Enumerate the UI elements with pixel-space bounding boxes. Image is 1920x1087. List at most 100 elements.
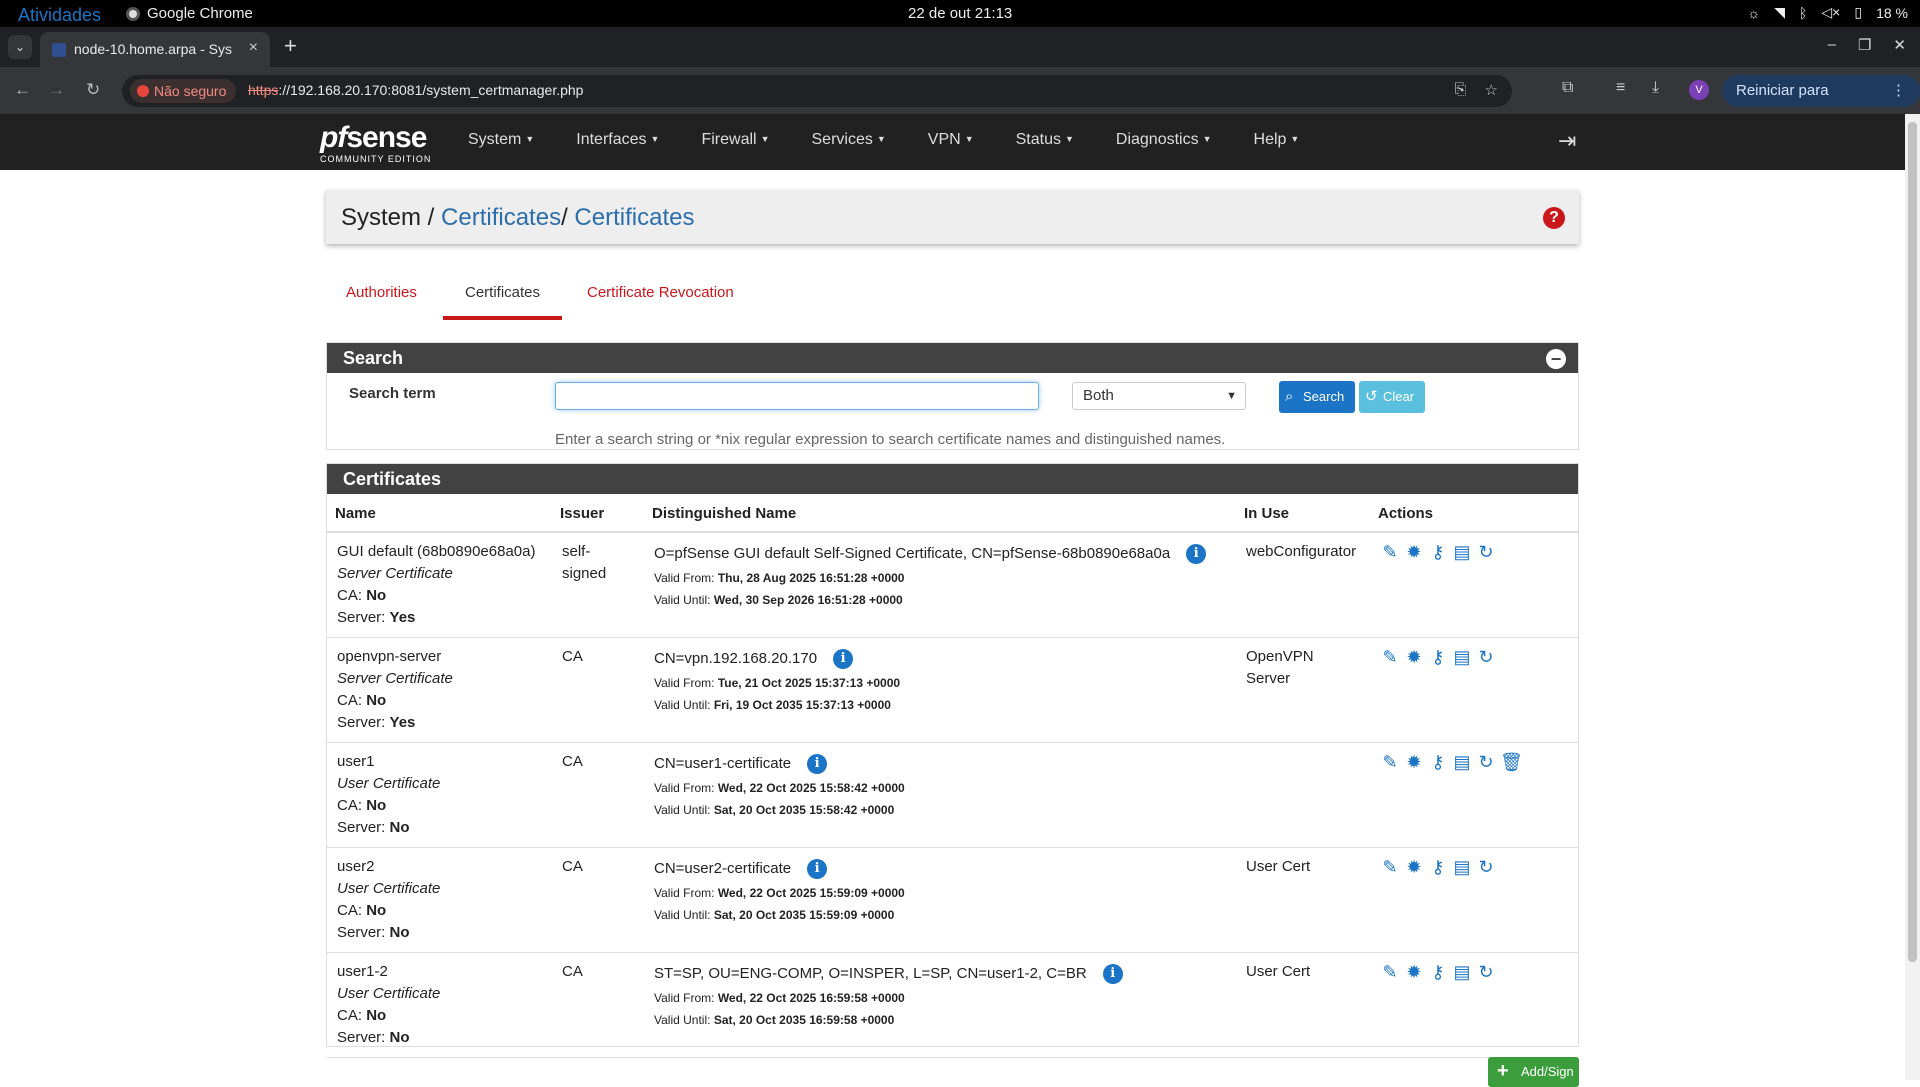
- info-icon[interactable]: i: [1102, 964, 1123, 984]
- tab-certificates[interactable]: Certificates: [465, 284, 540, 301]
- archive-icon[interactable]: ▤: [1452, 857, 1472, 877]
- cell-dn: CN=vpn.192.168.20.170 i Valid From: Tue, …: [644, 637, 1236, 743]
- menu-services[interactable]: Services ▼: [812, 131, 886, 149]
- reload-icon[interactable]: ↻: [86, 80, 100, 100]
- renew-icon[interactable]: ↻: [1476, 857, 1496, 877]
- menu-interfaces[interactable]: Interfaces ▼: [576, 131, 659, 149]
- archive-icon[interactable]: ▤: [1452, 962, 1472, 982]
- export-cert-icon[interactable]: ✹: [1404, 857, 1424, 877]
- app-menu[interactable]: Google Chrome: [126, 5, 253, 22]
- cell-name: user2 User Certificate CA: No Server: No: [327, 847, 552, 953]
- export-cert-icon[interactable]: ✹: [1404, 962, 1424, 982]
- search-term-label: Search term: [349, 385, 436, 402]
- extensions-icon[interactable]: ⧉: [1562, 79, 1573, 97]
- close-tab-icon[interactable]: ×: [249, 39, 258, 57]
- tab-authorities[interactable]: Authorities: [346, 284, 417, 301]
- server-value: No: [389, 924, 410, 941]
- ca-label: CA:: [337, 797, 363, 814]
- logout-icon[interactable]: ⇥: [1558, 128, 1576, 154]
- forward-icon[interactable]: →: [48, 80, 65, 100]
- security-chip[interactable]: Não seguro: [130, 79, 237, 103]
- ca-label: CA:: [337, 692, 363, 709]
- archive-icon[interactable]: ▤: [1452, 752, 1472, 772]
- server-value: Yes: [389, 714, 416, 731]
- export-cert-icon[interactable]: ✹: [1404, 542, 1424, 562]
- tab-certificate-revocation[interactable]: Certificate Revocation: [587, 284, 734, 301]
- menu-vpn[interactable]: VPN ▼: [928, 131, 974, 149]
- search-scope-select[interactable]: Both ▼: [1072, 382, 1246, 410]
- renew-icon[interactable]: ↻: [1476, 542, 1496, 562]
- ca-value: No: [366, 587, 387, 604]
- trash-icon[interactable]: 🗑: [1500, 752, 1523, 772]
- edit-icon[interactable]: ✎: [1380, 857, 1400, 877]
- breadcrumb-current[interactable]: Certificates: [574, 204, 694, 231]
- renew-icon[interactable]: ↻: [1476, 752, 1496, 772]
- page-title: System / Certificates/ Certificates: [341, 204, 694, 232]
- pfsense-logo[interactable]: pfsense COMMUNITY EDITION: [320, 123, 431, 165]
- breadcrumb-system: System /: [341, 204, 435, 231]
- renew-icon[interactable]: ↻: [1476, 647, 1496, 667]
- ca-value: No: [366, 1007, 387, 1024]
- menu-diagnostics[interactable]: Diagnostics ▼: [1116, 131, 1212, 149]
- download-icon[interactable]: ⤓: [1652, 79, 1659, 97]
- export-cert-icon[interactable]: ✹: [1404, 752, 1424, 772]
- export-key-icon[interactable]: ⚷: [1428, 752, 1448, 772]
- edit-icon[interactable]: ✎: [1380, 542, 1400, 562]
- scrollbar-thumb[interactable]: [1908, 122, 1917, 962]
- menu-system[interactable]: System ▼: [468, 131, 534, 149]
- maximize-icon[interactable]: ❐: [1858, 36, 1871, 54]
- system-tray[interactable]: ☼ ◥ ᛒ ◁× ▯ 18 %: [1747, 4, 1908, 21]
- export-cert-icon[interactable]: ✹: [1404, 647, 1424, 667]
- caret-down-icon: ▼: [876, 134, 886, 144]
- archive-icon[interactable]: ▤: [1452, 647, 1472, 667]
- menu-status[interactable]: Status ▼: [1016, 131, 1074, 149]
- activities-button[interactable]: Atividades: [18, 5, 101, 25]
- profile-avatar[interactable]: V: [1689, 80, 1709, 100]
- valid-until-label: Valid Until:: [654, 908, 711, 922]
- export-key-icon[interactable]: ⚷: [1428, 542, 1448, 562]
- edit-icon[interactable]: ✎: [1380, 962, 1400, 982]
- new-tab-button[interactable]: +: [284, 33, 297, 59]
- help-icon[interactable]: ?: [1543, 207, 1565, 229]
- translate-icon[interactable]: ⎘: [1455, 81, 1467, 99]
- info-icon[interactable]: i: [1186, 544, 1207, 564]
- close-window-icon[interactable]: ✕: [1893, 36, 1906, 54]
- address-bar[interactable]: Não seguro https://192.168.20.170:8081/s…: [122, 75, 1512, 107]
- url-text[interactable]: https://192.168.20.170:8081/system_certm…: [248, 82, 583, 98]
- edit-icon[interactable]: ✎: [1380, 752, 1400, 772]
- back-icon[interactable]: ←: [14, 80, 31, 100]
- update-button[interactable]: Reiniciar para atualizar⋮: [1722, 75, 1920, 131]
- minimize-icon[interactable]: –: [1828, 36, 1836, 54]
- info-icon[interactable]: i: [833, 649, 854, 669]
- breadcrumb-certificates-link[interactable]: Certificates: [441, 204, 561, 231]
- clock[interactable]: 22 de out 21:13: [908, 5, 1012, 22]
- url-scheme: https: [248, 82, 279, 98]
- kebab-menu-icon[interactable]: ⋮: [1891, 75, 1906, 107]
- menu-help[interactable]: Help ▼: [1254, 131, 1300, 149]
- export-key-icon[interactable]: ⚷: [1428, 647, 1448, 667]
- bookmark-star-icon[interactable]: ☆: [1485, 81, 1498, 99]
- export-key-icon[interactable]: ⚷: [1428, 857, 1448, 877]
- clear-button[interactable]: ↺ Clear: [1359, 381, 1425, 413]
- search-button[interactable]: ⌕ Search: [1279, 381, 1355, 413]
- cell-dn: CN=user1-certificate i Valid From: Wed, 2…: [644, 742, 1236, 848]
- add-sign-button[interactable]: + Add/Sign: [1488, 1057, 1579, 1087]
- collapse-icon[interactable]: −: [1546, 349, 1566, 369]
- tab-search-button[interactable]: ⌄: [8, 35, 32, 59]
- media-icon[interactable]: ≡: [1616, 79, 1625, 97]
- archive-icon[interactable]: ▤: [1452, 542, 1472, 562]
- browser-tab[interactable]: node-10.home.arpa - Sys ×: [40, 32, 270, 67]
- info-icon[interactable]: i: [807, 754, 828, 774]
- menu-firewall[interactable]: Firewall ▼: [701, 131, 769, 149]
- search-input[interactable]: [555, 382, 1039, 410]
- battery-level: 18 %: [1876, 4, 1908, 21]
- info-icon[interactable]: i: [807, 859, 828, 879]
- cell-issuer: CA: [552, 952, 644, 1058]
- brightness-icon: ☼: [1747, 4, 1761, 21]
- export-key-icon[interactable]: ⚷: [1428, 962, 1448, 982]
- edit-icon[interactable]: ✎: [1380, 647, 1400, 667]
- col-name: Name: [327, 494, 552, 533]
- page-scrollbar[interactable]: [1905, 114, 1920, 1080]
- renew-icon[interactable]: ↻: [1476, 962, 1496, 982]
- ca-value: No: [366, 902, 387, 919]
